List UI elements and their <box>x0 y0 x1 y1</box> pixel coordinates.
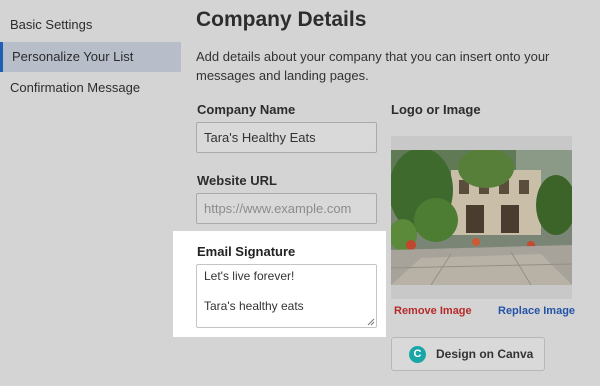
company-name-input[interactable] <box>196 122 377 153</box>
sidebar-item-personalize-your-list[interactable]: Personalize Your List <box>0 42 181 72</box>
remove-image-link[interactable]: Remove Image <box>394 305 472 317</box>
website-url-input[interactable] <box>196 193 377 224</box>
canva-logo-icon: C <box>409 346 426 363</box>
email-signature-textarea[interactable]: Let's live forever! Tara's healthy eats <box>196 264 377 328</box>
replace-image-link[interactable]: Replace Image <box>498 305 575 317</box>
sidebar-item-basic-settings[interactable]: Basic Settings <box>0 10 181 40</box>
logo-image-frame <box>391 136 572 299</box>
company-name-label: Company Name <box>197 102 296 117</box>
logo-label: Logo or Image <box>391 102 481 117</box>
settings-sidebar: Basic Settings Personalize Your List Con… <box>0 0 181 386</box>
signature-line-3: Tara's healthy eats <box>204 299 304 313</box>
logo-image <box>391 150 572 285</box>
signature-line-2 <box>204 284 369 299</box>
website-url-label: Website URL <box>197 173 277 188</box>
email-signature-spotlight: Email Signature Let's live forever! Tara… <box>173 231 386 337</box>
design-on-canva-button[interactable]: C Design on Canva <box>391 337 545 371</box>
page-title: Company Details <box>196 8 367 31</box>
sidebar-item-confirmation-message[interactable]: Confirmation Message <box>0 73 181 103</box>
section-description: Add details about your company that you … <box>196 49 550 83</box>
email-signature-label: Email Signature <box>197 244 296 259</box>
resize-handle-icon[interactable] <box>367 318 375 326</box>
design-on-canva-label: Design on Canva <box>436 347 534 361</box>
signature-line-1: Let's live forever! <box>204 269 295 283</box>
